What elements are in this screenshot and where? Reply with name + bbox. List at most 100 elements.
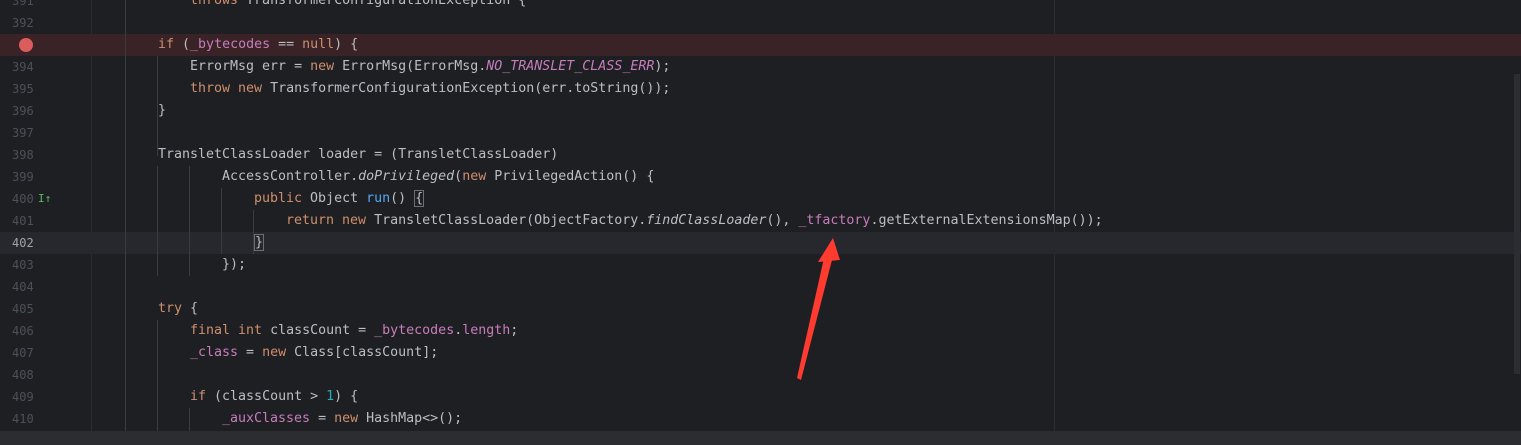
code-token: ErrorMsg err =	[190, 59, 311, 74]
code-token: classCount =	[270, 323, 375, 338]
code-line[interactable]: 406 final int classCount = _bytecodes.len…	[0, 320, 1521, 342]
line-number: 410	[12, 412, 34, 426]
indent-guide	[253, 210, 254, 254]
code-line[interactable]: 396}	[0, 100, 1521, 122]
code-token: new	[334, 411, 367, 426]
code-token: =	[238, 345, 263, 360]
code-text: _class = new Class[classCount];	[190, 342, 438, 364]
line-number: 395	[12, 82, 34, 96]
code-line[interactable]: 394 ErrorMsg err = new ErrorMsg(ErrorMsg.…	[0, 56, 1521, 78]
code-token: return	[286, 213, 343, 228]
code-token: TransformerConfigurationException {	[246, 0, 527, 8]
indent-guide	[125, 0, 126, 431]
code-token: if	[158, 37, 183, 52]
code-token: (	[454, 169, 463, 184]
code-token: HashMap<>();	[366, 411, 463, 426]
code-token: }	[158, 103, 167, 118]
code-editor[interactable]: 391 throws TransformerConfigurationExcept…	[0, 0, 1521, 431]
code-token: if	[190, 389, 215, 404]
code-token: (),	[766, 213, 799, 228]
code-token: new	[462, 169, 495, 184]
horizontal-scrollbar[interactable]	[0, 431, 1521, 445]
line-number: 400	[12, 192, 34, 206]
code-token: ()	[390, 191, 415, 206]
code-token: ErrorMsg(ErrorMsg.	[342, 59, 487, 74]
code-text: TransletClassLoader loader = (TransletCl…	[158, 144, 558, 166]
code-line[interactable]: 404	[0, 276, 1521, 298]
code-token: .getExternalExtensionsMap());	[870, 213, 1103, 228]
line-number: 409	[12, 390, 34, 404]
code-token: Object	[310, 191, 367, 206]
vertical-scrollbar[interactable]	[1514, 74, 1520, 374]
code-text: AccessController.doPrivileged(new Privil…	[222, 166, 654, 188]
code-token: run	[366, 191, 391, 206]
code-token: }	[254, 234, 265, 251]
code-token: new	[310, 59, 343, 74]
indent-guide	[189, 166, 190, 276]
code-line[interactable]: 397	[0, 122, 1521, 144]
code-token: (classCount >	[214, 389, 327, 404]
code-line[interactable]: 391 throws TransformerConfigurationExcept…	[0, 0, 1521, 12]
line-number: 401	[12, 214, 34, 228]
code-token: =	[310, 411, 335, 426]
code-line[interactable]: 402}	[0, 232, 1521, 254]
code-token: _tfactory	[798, 213, 871, 228]
code-line[interactable]: 408	[0, 364, 1521, 386]
line-number: 407	[12, 346, 34, 360]
code-text: }	[254, 232, 265, 254]
code-token: final int	[190, 323, 271, 338]
indent-guide	[157, 320, 158, 431]
code-token: );	[654, 59, 671, 74]
indent-guide	[189, 408, 190, 431]
code-token: public	[254, 191, 311, 206]
code-token: TransletClassLoader(ObjectFactory.	[374, 213, 647, 228]
code-line[interactable]: 401 return new TransletClassLoader(Object…	[0, 210, 1521, 232]
code-line[interactable]: 398 TransletClassLoader loader = (Transle…	[0, 144, 1521, 166]
code-token: new	[238, 81, 271, 96]
code-text: if (_bytecodes == null) {	[158, 34, 358, 56]
code-line[interactable]: 403});	[0, 254, 1521, 276]
code-token: (	[182, 37, 191, 52]
code-token: ) {	[334, 389, 359, 404]
code-text: });	[222, 254, 246, 276]
code-token: Class[classCount];	[294, 345, 439, 360]
code-text: final int classCount = _bytecodes.length…	[190, 320, 518, 342]
line-number: 402	[12, 236, 34, 250]
code-line[interactable]: 409 if (classCount > 1) {	[0, 386, 1521, 408]
code-text: public Object run() {	[254, 188, 425, 210]
code-line[interactable]: 407 _class = new Class[classCount];	[0, 342, 1521, 364]
code-token: PrivilegedAction() {	[494, 169, 655, 184]
line-number: 405	[12, 302, 34, 316]
indent-guide	[157, 56, 158, 156]
code-line[interactable]: if (_bytecodes == null) {	[0, 34, 1521, 56]
line-number: 397	[12, 126, 34, 140]
code-token: {	[414, 190, 425, 207]
indent-guide	[157, 166, 158, 276]
code-line[interactable]: 395 throw new TransformerConfigurationExc…	[0, 78, 1521, 100]
code-line[interactable]: 405 try {	[0, 298, 1521, 320]
code-text: }	[158, 100, 166, 122]
code-token: });	[222, 257, 247, 272]
code-text: return new TransletClassLoader(ObjectFac…	[286, 210, 1103, 232]
code-line[interactable]: 399 AccessController.doPrivileged(new Pri…	[0, 166, 1521, 188]
code-token: ;	[510, 323, 519, 338]
code-text: try {	[158, 298, 198, 320]
code-token: throws	[190, 0, 247, 8]
line-number: 398	[12, 148, 34, 162]
line-number: 394	[12, 60, 34, 74]
line-number: 404	[12, 280, 34, 294]
code-token: ) {	[334, 37, 359, 52]
breakpoint-icon[interactable]	[19, 38, 33, 52]
line-number: 406	[12, 324, 34, 338]
code-text: ErrorMsg err = new ErrorMsg(ErrorMsg.NO_…	[190, 56, 670, 78]
code-token: _bytecodes	[190, 37, 271, 52]
code-token: _bytecodes	[374, 323, 455, 338]
line-number: 399	[12, 170, 34, 184]
code-line[interactable]: 410 _auxClasses = new HashMap<>();	[0, 408, 1521, 430]
code-token: TransformerConfigurationException(err.to…	[270, 81, 671, 96]
line-number: 408	[12, 368, 34, 382]
code-line[interactable]: 400 public Object run() {	[0, 188, 1521, 210]
code-line[interactable]: 392	[0, 12, 1521, 34]
implements-icon[interactable]: I↑	[38, 192, 56, 206]
code-token: {	[190, 301, 199, 316]
